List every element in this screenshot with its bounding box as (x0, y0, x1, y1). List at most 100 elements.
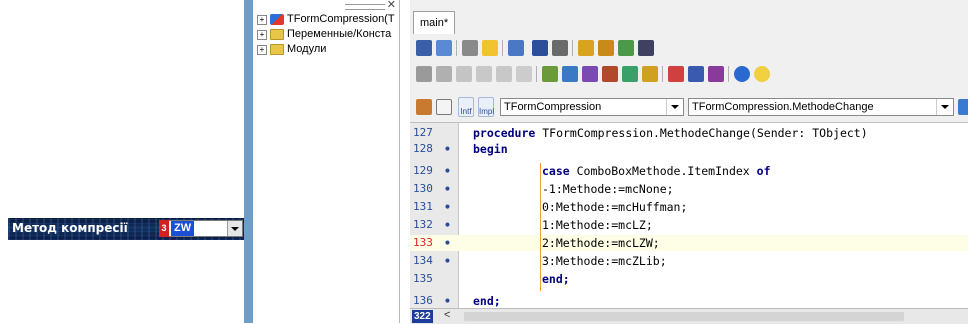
component-icon (270, 14, 284, 25)
options-icon[interactable] (638, 40, 654, 56)
expand-icon[interactable]: + (257, 14, 267, 25)
tools-icon[interactable] (668, 66, 684, 82)
class-selector-combobox[interactable]: TFormCompression (500, 98, 684, 116)
tree-item-variables[interactable]: + Переменные/Конста (253, 27, 399, 42)
search-icon[interactable] (642, 66, 658, 82)
code-text: procedure TFormCompression.MethodeChange… (473, 126, 868, 140)
help-icon[interactable] (734, 66, 750, 82)
code-line[interactable]: 134 • 3:Methode:=mcZLib; (410, 253, 968, 269)
code-editor-window: main* Intf Impl TFormCompression TFormCo… (410, 0, 968, 324)
method-selector-value: TFormCompression.MethodeChange (692, 101, 874, 113)
execution-marker: • (444, 142, 451, 156)
line-count-badge: 322 (412, 310, 433, 323)
toolbar-debug (410, 63, 968, 85)
method-selector-combobox[interactable]: TFormCompression.MethodeChange (688, 98, 954, 116)
list-icon[interactable] (958, 99, 968, 115)
tree-header: ✕ (253, 0, 399, 12)
folder-icon (270, 44, 284, 55)
folder-icon (270, 29, 284, 40)
code-area[interactable]: 127 procedure TFormCompression.MethodeCh… (410, 122, 968, 309)
new-icon[interactable] (462, 40, 478, 56)
unit-view-icon[interactable] (436, 40, 452, 56)
code-explorer-icon[interactable] (416, 99, 432, 115)
remove-file-icon[interactable] (598, 40, 614, 56)
form-toggle-icon[interactable] (436, 99, 452, 115)
line-number: 127 (413, 126, 433, 139)
code-line[interactable]: 129 • case ComboBoxMethode.ItemIndex of (410, 163, 968, 179)
combo-selected-value: ZW (171, 221, 195, 236)
implementation-jump-button[interactable]: Impl (478, 97, 494, 117)
grip-icon[interactable] (345, 4, 385, 10)
code-text: case ComboBoxMethode.ItemIndex of (542, 164, 771, 178)
line-number: 136 (413, 294, 433, 307)
code-line-current[interactable]: 133 • 2:Methode:=mcLZW; (410, 235, 968, 251)
add-file-icon[interactable] (578, 40, 594, 56)
code-line[interactable]: 127 procedure TFormCompression.MethodeCh… (410, 125, 968, 141)
pause-icon[interactable] (456, 66, 472, 82)
execution-marker: • (444, 236, 451, 250)
code-text: 3:Methode:=mcZLib; (542, 254, 667, 268)
save-icon[interactable] (508, 40, 524, 56)
combo-badge: 3 (159, 220, 169, 237)
code-line[interactable]: 132 • 1:Methode:=mcLZ; (410, 217, 968, 233)
horizontal-scrollbar[interactable]: 322 < (410, 308, 968, 324)
code-text: end; (473, 294, 501, 308)
line-number: 134 (413, 254, 433, 267)
code-line[interactable]: 130 • -1:Methode:=mcNone; (410, 181, 968, 197)
form-designer-preview: Метод компресії 3 ZW (0, 0, 244, 323)
interface-jump-button[interactable]: Intf (458, 97, 474, 117)
close-icon[interactable]: ✕ (387, 0, 396, 11)
scroll-thumb[interactable] (464, 312, 904, 321)
execution-marker: • (444, 164, 451, 178)
tree-item-label: Переменные/Конста (287, 28, 392, 40)
code-text: 0:Methode:=mcHuffman; (542, 200, 688, 214)
structure-tree-panel: ✕ + TFormCompression(T + Переменные/Конста… (253, 0, 400, 323)
scroll-left-icon[interactable]: < (444, 309, 450, 321)
form-view-icon[interactable] (416, 40, 432, 56)
check-icon[interactable] (618, 40, 634, 56)
toolbar-top (410, 37, 968, 59)
run-to-cursor-icon[interactable] (516, 66, 532, 82)
line-number: 135 (413, 272, 433, 285)
toolbar-separator (662, 66, 663, 82)
evaluate-icon[interactable] (622, 66, 638, 82)
breakpoint-icon[interactable] (602, 66, 618, 82)
code-line[interactable]: 131 • 0:Methode:=mcHuffman; (410, 199, 968, 215)
component-palette-icon[interactable] (688, 66, 704, 82)
toolbar-separator (536, 66, 537, 82)
tip-bulb-icon[interactable] (754, 66, 770, 82)
step-over-icon[interactable] (476, 66, 492, 82)
compile-icon[interactable] (542, 66, 558, 82)
code-text: -1:Methode:=mcNone; (542, 182, 674, 196)
expand-icon[interactable]: + (257, 29, 267, 40)
method-label: Метод компресії (12, 221, 128, 235)
chevron-down-icon[interactable] (666, 99, 683, 115)
expand-icon[interactable]: + (257, 44, 267, 55)
execution-marker: • (444, 254, 451, 268)
save-all-icon[interactable] (532, 40, 548, 56)
run-icon[interactable] (416, 66, 432, 82)
print-icon[interactable] (552, 40, 568, 56)
line-number: 133 (413, 236, 433, 249)
watch-icon[interactable] (582, 66, 598, 82)
panel-splitter[interactable] (244, 0, 253, 323)
tab-main[interactable]: main* (413, 11, 456, 34)
chevron-down-icon[interactable] (227, 221, 242, 236)
compression-method-combobox[interactable]: 3 ZW (159, 220, 243, 237)
code-line[interactable]: 136 • end; (410, 293, 968, 309)
chevron-down-icon[interactable] (936, 99, 953, 115)
code-line[interactable]: 128 • begin (410, 141, 968, 157)
tree-item-form[interactable]: + TFormCompression(T (253, 12, 399, 27)
tree-item-modules[interactable]: + Модули (253, 42, 399, 57)
code-text: 1:Methode:=mcLZ; (542, 218, 653, 232)
build-icon[interactable] (562, 66, 578, 82)
method-bar: Метод компресії 3 ZW (8, 218, 244, 240)
open-icon[interactable] (482, 40, 498, 56)
toolbar-separator (572, 40, 573, 56)
code-text: end; (542, 272, 570, 286)
chevron-down-icon[interactable] (436, 66, 452, 82)
settings-icon[interactable] (708, 66, 724, 82)
code-line[interactable]: 135 end; (410, 271, 968, 287)
block-structure-guide (540, 163, 541, 291)
step-into-icon[interactable] (496, 66, 512, 82)
